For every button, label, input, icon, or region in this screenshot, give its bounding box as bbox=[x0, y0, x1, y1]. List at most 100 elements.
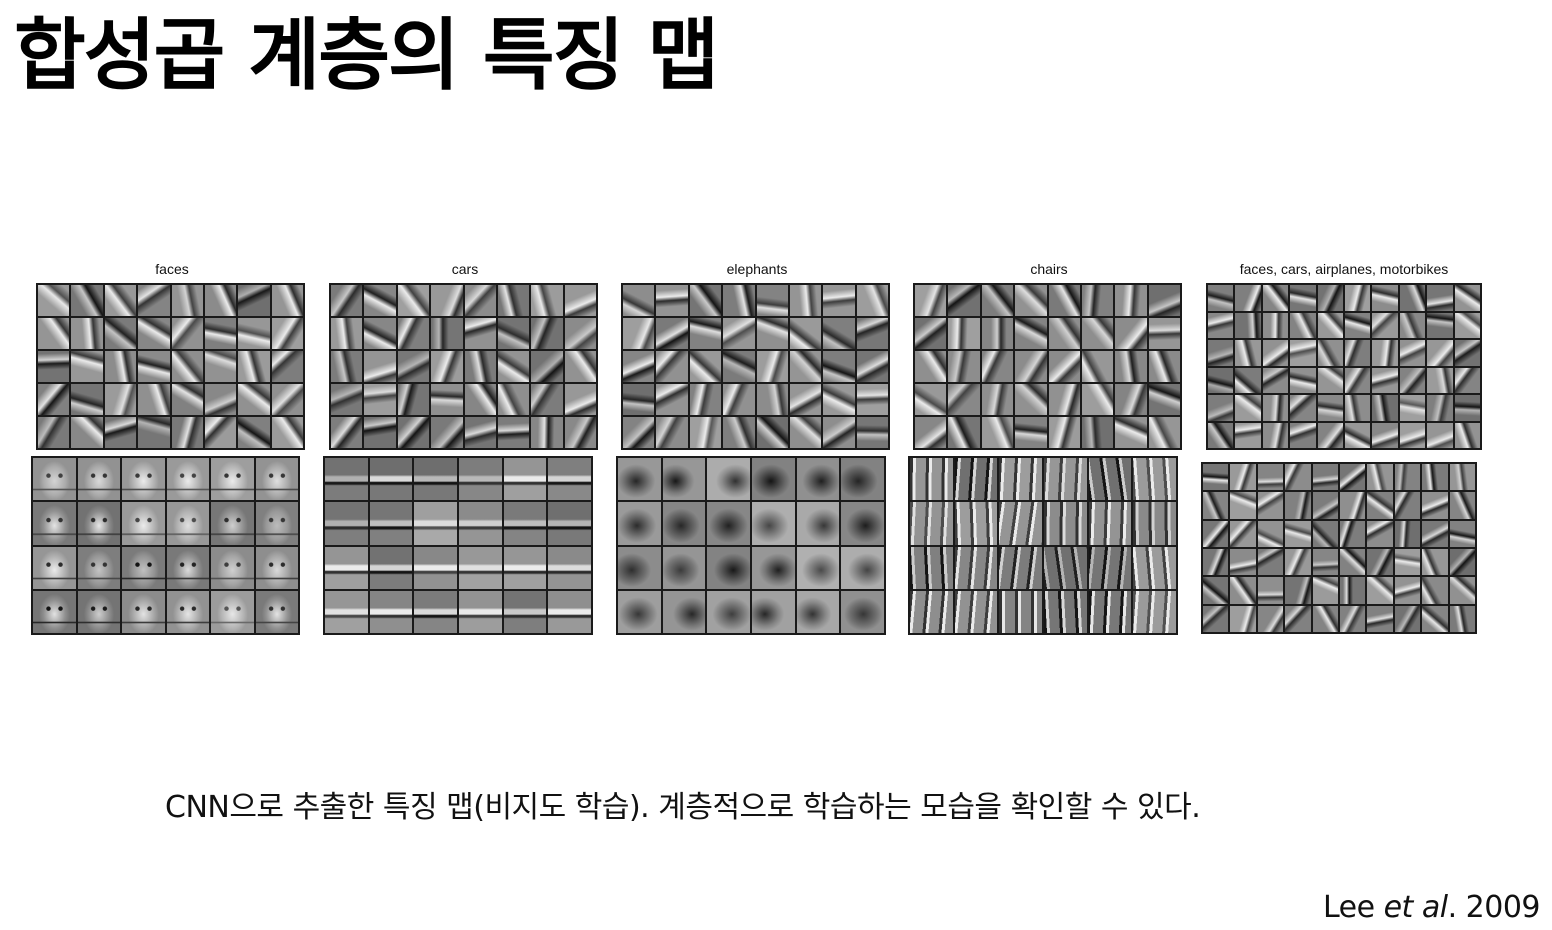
filter-tile bbox=[910, 502, 953, 545]
filter-tile bbox=[1235, 340, 1261, 366]
filter-tile bbox=[1148, 318, 1180, 349]
filter-tile bbox=[656, 384, 688, 415]
filter-tile bbox=[1148, 351, 1180, 382]
filter-tile bbox=[1015, 384, 1047, 415]
filter-tile bbox=[1399, 285, 1426, 311]
filter-tile bbox=[656, 417, 688, 448]
filter-tile bbox=[756, 417, 788, 448]
filter-tile bbox=[1449, 605, 1475, 632]
filter-tile bbox=[1203, 464, 1229, 491]
filter-tile bbox=[369, 590, 413, 633]
filter-tile bbox=[796, 502, 840, 545]
filter-tile bbox=[1230, 549, 1256, 576]
filter-tile bbox=[459, 458, 502, 501]
filter-tile bbox=[1208, 340, 1234, 366]
filter-tile bbox=[271, 384, 303, 415]
filter-tile bbox=[789, 285, 822, 316]
filter-tile bbox=[707, 458, 750, 501]
filter-tile bbox=[856, 285, 888, 316]
layer2-bases-chairs bbox=[908, 456, 1178, 635]
filter-tile bbox=[1115, 417, 1147, 448]
filter-tile bbox=[331, 318, 363, 349]
filter-tile bbox=[1257, 577, 1284, 604]
filter-tile bbox=[33, 546, 76, 589]
filter-tile bbox=[1427, 422, 1453, 448]
filter-tile bbox=[689, 351, 722, 382]
filter-tile bbox=[1367, 520, 1393, 547]
filter-tile bbox=[1312, 549, 1338, 576]
layer1-bases-elephants bbox=[621, 283, 890, 450]
filter-tile bbox=[77, 590, 120, 633]
filter-tile bbox=[271, 351, 303, 382]
filter-tile bbox=[325, 458, 368, 501]
filter-tile bbox=[1422, 464, 1448, 491]
filter-tile bbox=[910, 458, 953, 501]
filter-tile bbox=[1081, 285, 1114, 316]
filter-tile bbox=[122, 502, 165, 545]
filter-tile bbox=[915, 285, 947, 316]
filter-tile bbox=[981, 285, 1014, 316]
filter-tile bbox=[981, 318, 1014, 349]
filter-tile bbox=[1312, 577, 1338, 604]
panel-label: elephants bbox=[726, 261, 788, 277]
filter-tile bbox=[1015, 285, 1047, 316]
filter-tile bbox=[689, 318, 722, 349]
filter-tile bbox=[1203, 492, 1229, 519]
filter-tile bbox=[948, 318, 980, 349]
filter-tile bbox=[364, 318, 396, 349]
filter-tile bbox=[823, 417, 855, 448]
filter-tile bbox=[564, 351, 596, 382]
filter-tile bbox=[1317, 285, 1343, 311]
filter-tile bbox=[707, 590, 750, 633]
filter-tile bbox=[1088, 502, 1132, 545]
filter-tile bbox=[1317, 367, 1343, 393]
filter-tile bbox=[1015, 351, 1047, 382]
filter-tile bbox=[166, 458, 209, 501]
filter-tile bbox=[1372, 340, 1398, 366]
filter-tile bbox=[1115, 318, 1147, 349]
filter-tile bbox=[104, 318, 137, 349]
filter-tile bbox=[238, 351, 270, 382]
filter-tile bbox=[1367, 605, 1393, 632]
filter-tile bbox=[1367, 577, 1393, 604]
filter-tile bbox=[1367, 464, 1393, 491]
filter-tile bbox=[1262, 285, 1289, 311]
filter-tile bbox=[364, 384, 396, 415]
filter-tile bbox=[1312, 492, 1338, 519]
filter-tile bbox=[752, 502, 795, 545]
filter-tile bbox=[564, 318, 596, 349]
filter-tile bbox=[204, 318, 237, 349]
filter-tile bbox=[789, 351, 822, 382]
filter-tile bbox=[999, 546, 1042, 589]
filter-tile bbox=[723, 351, 755, 382]
filter-tile bbox=[171, 318, 203, 349]
filter-tile bbox=[431, 417, 463, 448]
filter-tile bbox=[1344, 422, 1371, 448]
filter-tile bbox=[662, 546, 706, 589]
filter-tile bbox=[38, 351, 70, 382]
filter-tile bbox=[1044, 502, 1087, 545]
filter-tile bbox=[431, 351, 463, 382]
filter-tile bbox=[752, 590, 795, 633]
panel-label: faces, cars, airplanes, motorbikes bbox=[1239, 261, 1449, 277]
filter-tile bbox=[1257, 520, 1284, 547]
filter-tile bbox=[1285, 464, 1311, 491]
slide-title: 합성곱 계층의 특징 맵 bbox=[14, 11, 719, 101]
filter-tile bbox=[548, 590, 591, 633]
filter-tile bbox=[910, 546, 953, 589]
filter-tile bbox=[171, 417, 203, 448]
filter-tile bbox=[623, 318, 655, 349]
filter-tile bbox=[1449, 520, 1475, 547]
filter-tile bbox=[1422, 577, 1448, 604]
filter-tile bbox=[1044, 590, 1087, 633]
filter-tile bbox=[1048, 285, 1080, 316]
filter-tile bbox=[789, 417, 822, 448]
filter-tile bbox=[331, 384, 363, 415]
filter-tile bbox=[414, 502, 457, 545]
filter-tile bbox=[915, 384, 947, 415]
filter-tile bbox=[618, 546, 661, 589]
filter-tile bbox=[1344, 340, 1371, 366]
filter-tile bbox=[211, 458, 254, 501]
filter-tile bbox=[1312, 520, 1338, 547]
filter-tile bbox=[623, 417, 655, 448]
